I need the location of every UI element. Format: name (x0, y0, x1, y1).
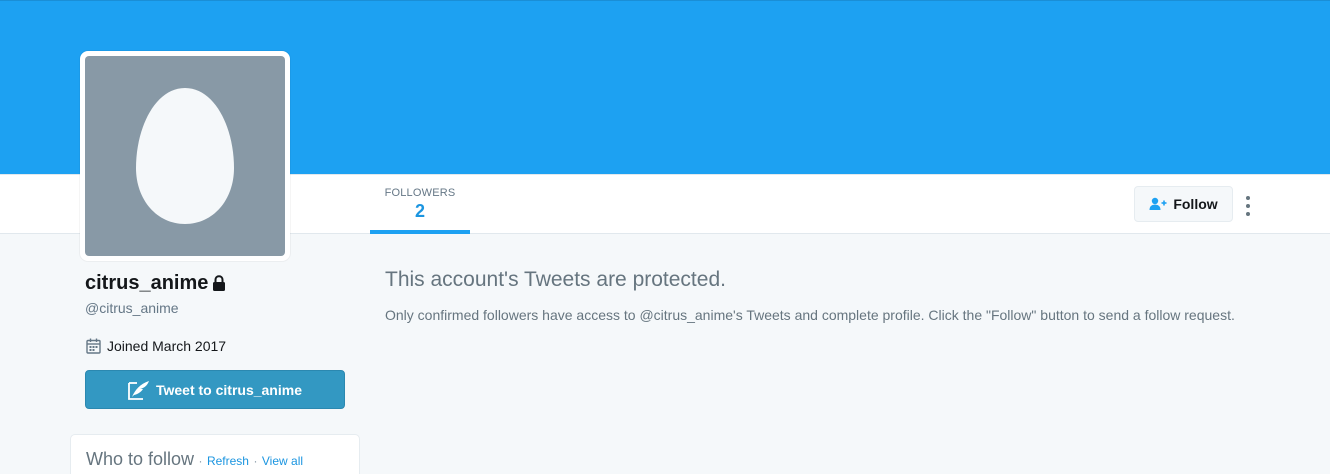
separator: · (253, 454, 258, 468)
tweet-to-button[interactable]: Tweet to citrus_anime (85, 370, 345, 409)
protected-title: This account's Tweets are protected. (385, 268, 726, 291)
profile-name-text: citrus_anime (85, 272, 209, 294)
joined-date: Joined March 2017 (86, 338, 226, 354)
follow-button[interactable]: Follow (1134, 186, 1233, 222)
who-to-follow-title: Who to follow (86, 449, 195, 469)
separator: · (198, 454, 203, 468)
tweet-to-button-label: Tweet to citrus_anime (155, 381, 302, 398)
view-all-link[interactable]: View all (262, 454, 303, 468)
followers-count: 2 (414, 201, 425, 221)
profile-handle[interactable]: @citrus_anime (85, 300, 179, 316)
quill-icon (128, 380, 150, 400)
refresh-link[interactable]: Refresh (207, 454, 249, 468)
followers-label: FOLLOWERS (384, 187, 456, 199)
egg-avatar-icon (136, 88, 234, 224)
who-to-follow-card: Who to follow · Refresh · View all (70, 434, 360, 474)
more-vertical-icon[interactable] (1240, 194, 1256, 218)
calendar-icon (86, 338, 101, 354)
protected-description: Only confirmed followers have access to … (385, 307, 1235, 323)
joined-date-text: Joined March 2017 (107, 338, 227, 354)
avatar (85, 56, 285, 256)
lock-icon (212, 275, 226, 292)
tab-followers[interactable]: FOLLOWERS 2 (370, 175, 470, 234)
follow-button-label: Follow (1173, 196, 1218, 212)
profile-name: citrus_anime (85, 272, 226, 295)
add-user-icon (1149, 197, 1167, 211)
profile-avatar-frame[interactable] (80, 51, 290, 261)
